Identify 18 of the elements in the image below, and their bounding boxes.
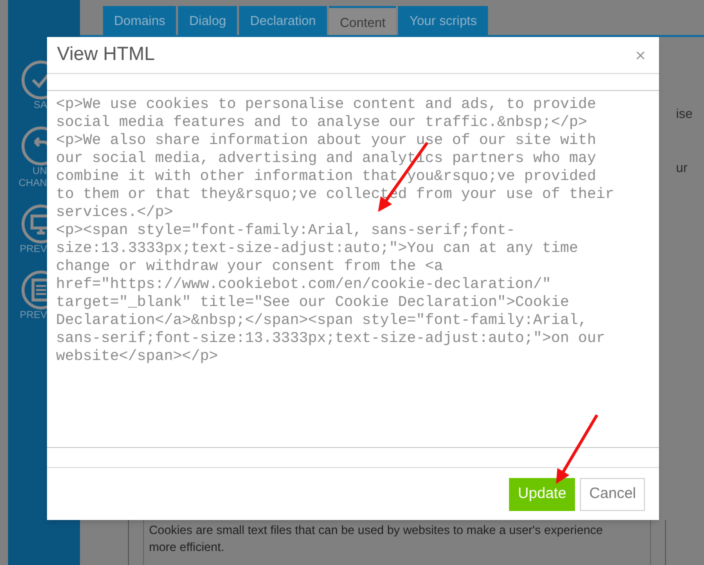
content-text: Cookies are small text files that can be used by websites to make a user's experience more efficient. (149, 522, 604, 556)
sidebar-label: PREV (20, 310, 47, 322)
sidebar-label: CHAN (18, 178, 47, 190)
tab[interactable]: Dialog (178, 6, 238, 35)
tab[interactable]: Declaration (239, 6, 327, 35)
sidebar-label: UN (32, 166, 47, 178)
close-icon (634, 48, 647, 62)
sidebar-label: SA (34, 100, 47, 112)
cancel-button[interactable]: Cancel (580, 478, 645, 511)
update-button[interactable]: Update (508, 478, 576, 511)
content-text: ur (676, 158, 689, 176)
tab[interactable]: Content (328, 6, 396, 35)
sidebar-label: PREV (20, 244, 47, 256)
tab[interactable]: Domains (103, 6, 176, 35)
annotation-arrow (556, 414, 598, 484)
dialog-title: View HTML (57, 42, 155, 67)
tab[interactable]: Your scripts (398, 6, 488, 35)
content-text: ise (676, 105, 694, 123)
